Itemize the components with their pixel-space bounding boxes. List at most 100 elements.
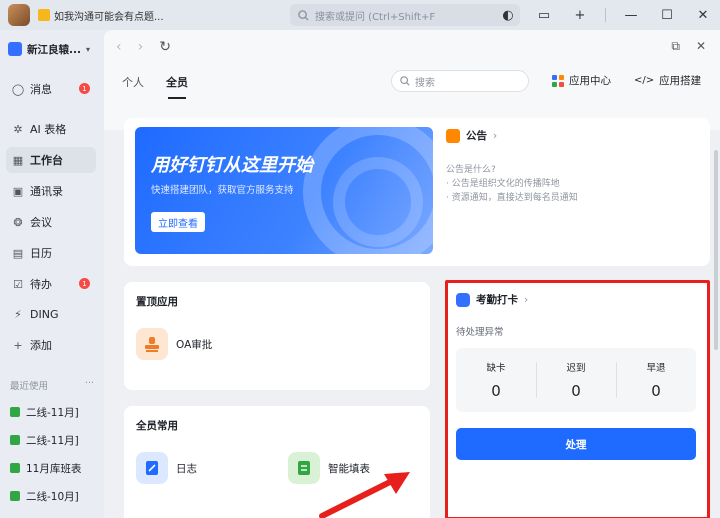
sidebar-item-label: AI 表格	[30, 123, 67, 136]
app-oa-approval[interactable]: OA审批	[136, 328, 212, 360]
recent-title: 最近使用	[10, 381, 49, 392]
sheet-icon	[10, 491, 20, 501]
close-icon[interactable]: ✕	[692, 4, 714, 26]
common-title: 全员常用	[136, 420, 178, 432]
sidebar-item-meeting[interactable]: ❂ 会议	[6, 209, 96, 235]
unread-badge: 1	[79, 83, 90, 94]
sidebar-item-contacts[interactable]: ▣ 通讯录	[6, 178, 96, 204]
tab-all-staff[interactable]: 全员	[166, 74, 188, 99]
org-switcher[interactable]: 新江良辕... ▾	[8, 38, 100, 60]
sidebar-item-calendar[interactable]: ▤ 日历	[6, 240, 96, 266]
notice-line: · 资源通知，直接达到每名员通知	[446, 193, 578, 203]
back-icon[interactable]: ‹	[116, 39, 122, 55]
annotation-arrow-icon	[319, 472, 410, 518]
app-label: 日志	[176, 462, 197, 475]
sidebar-item-label: 消息	[30, 83, 52, 96]
recent-item-label: 11月库班表	[26, 462, 82, 475]
recent-more-button[interactable]: ···	[85, 378, 94, 392]
recent-item[interactable]: 二线-11月]	[10, 402, 96, 422]
pinned-title: 置顶应用	[136, 296, 178, 308]
close-panel-icon[interactable]: ✕	[696, 39, 706, 54]
minimize-icon[interactable]: —	[620, 4, 642, 26]
notice-line: 公告是什么?	[446, 165, 496, 175]
notice-title: 公告	[466, 130, 487, 142]
ding-icon: ⚡	[14, 307, 22, 321]
recent-header: 最近使用 ···	[10, 378, 94, 392]
recent-item-label: 二线-10月]	[26, 490, 79, 503]
sidebar-item-label: 通讯录	[30, 185, 63, 198]
sidebar-item-label: 工作台	[30, 154, 63, 167]
sidebar-item-messages[interactable]: ◯ 消息 1	[6, 76, 96, 102]
theme-icon[interactable]: ◐	[497, 4, 519, 26]
app-label: OA审批	[176, 338, 213, 351]
app-log[interactable]: 日志	[136, 452, 197, 484]
sheet-icon	[10, 463, 20, 473]
sidebar-item-label: 会议	[30, 216, 52, 229]
app-center-icon	[552, 74, 564, 87]
app-center-label: 应用中心	[569, 75, 611, 87]
log-icon	[136, 452, 168, 484]
app-center-link[interactable]: 应用中心	[552, 73, 611, 88]
forward-icon[interactable]: ›	[138, 39, 144, 55]
scrollbar[interactable]	[714, 150, 718, 350]
workbench-search-placeholder: 搜索	[415, 77, 435, 89]
banner-title: 用好钉钉从这里开始	[151, 155, 313, 176]
stamp-icon	[136, 328, 168, 360]
search-icon	[400, 76, 410, 86]
org-name: 新江良辕...	[27, 43, 81, 56]
banner-decoration	[333, 157, 423, 247]
refresh-icon[interactable]: ↻	[159, 39, 171, 55]
notice-header[interactable]: 公告 ›	[446, 128, 497, 143]
recent-item[interactable]: 11月库班表	[10, 458, 96, 478]
window-tab-label: 如我沟通可能会有点题...	[54, 11, 164, 23]
notice-line: · 公告是组织文化的传播阵地	[446, 179, 560, 189]
chevron-right-icon: ›	[493, 129, 498, 142]
todo-icon: ☑	[13, 277, 23, 291]
plus-icon[interactable]: +	[569, 4, 591, 26]
global-search-input[interactable]: 搜索或提问 (Ctrl+Shift+F	[290, 4, 520, 26]
global-search-placeholder: 搜索或提问 (Ctrl+Shift+F	[315, 11, 436, 23]
copy-icon[interactable]: ⧉	[671, 39, 680, 54]
code-icon: </>	[634, 75, 655, 86]
sidebar-item-ai-table[interactable]: ✲ AI 表格	[6, 116, 96, 142]
highlight-box	[445, 280, 710, 518]
tab-personal[interactable]: 个人	[122, 74, 144, 90]
sidebar-item-add[interactable]: + 添加	[6, 332, 96, 358]
app-builder-link[interactable]: </> 应用搭建	[634, 73, 701, 88]
screen-icon[interactable]: ▭	[533, 4, 555, 26]
ai-table-icon: ✲	[13, 122, 23, 136]
recent-item-label: 二线-11月]	[26, 406, 79, 419]
title-bar: 如我沟通可能会有点题... 搜索或提问 (Ctrl+Shift+F ◐ ▭ + …	[0, 0, 720, 30]
view-now-button[interactable]: 立即查看	[151, 212, 205, 232]
workbench-search-input[interactable]: 搜索	[391, 70, 529, 92]
sidebar-item-label: DING	[30, 307, 59, 321]
sidebar: 新江良辕... ▾ ◯ 消息 1 ✲ AI 表格 ▦ 工作台 ▣ 通讯录 ❂ 会…	[0, 30, 104, 518]
recent-item[interactable]: 二线-10月]	[10, 486, 96, 506]
window-tab[interactable]: 如我沟通可能会有点题...	[38, 5, 178, 25]
sidebar-item-workbench[interactable]: ▦ 工作台	[6, 147, 96, 173]
org-logo-icon	[8, 42, 22, 56]
workbench-panel: ‹ › ↻ ⧉ ✕ 个人 全员 搜索 应用中心 </> 应用搭建 用好钉钉从这里…	[104, 30, 720, 518]
search-icon	[298, 9, 309, 21]
announcement-icon	[446, 128, 460, 143]
plus-icon: +	[13, 338, 23, 352]
app-builder-label: 应用搭建	[659, 75, 702, 87]
sidebar-item-label: 日历	[30, 247, 52, 260]
avatar[interactable]	[8, 4, 30, 26]
maximize-icon[interactable]: ☐	[656, 4, 678, 26]
sidebar-item-ding[interactable]: ⚡ DING	[6, 301, 96, 327]
doc-icon	[38, 9, 50, 21]
sidebar-item-todo[interactable]: ☑ 待办 1	[6, 271, 96, 297]
divider	[605, 8, 606, 22]
calendar-icon: ▤	[12, 246, 24, 260]
meeting-icon: ❂	[13, 215, 23, 229]
promo-banner[interactable]: 用好钉钉从这里开始 快速搭建团队，获取官方服务支持 立即查看	[135, 127, 433, 254]
recent-item[interactable]: 二线-11月]	[10, 430, 96, 450]
recent-item-label: 二线-11月]	[26, 434, 79, 447]
contacts-icon: ▣	[12, 184, 24, 198]
pinned-apps-card: 置顶应用 OA审批	[124, 282, 430, 390]
grid-icon: ▦	[12, 153, 24, 167]
banner-card: 用好钉钉从这里开始 快速搭建团队，获取官方服务支持 立即查看 公告 › 公告是什…	[124, 118, 710, 266]
todo-badge: 1	[79, 278, 90, 289]
sidebar-item-label: 待办	[30, 278, 52, 291]
